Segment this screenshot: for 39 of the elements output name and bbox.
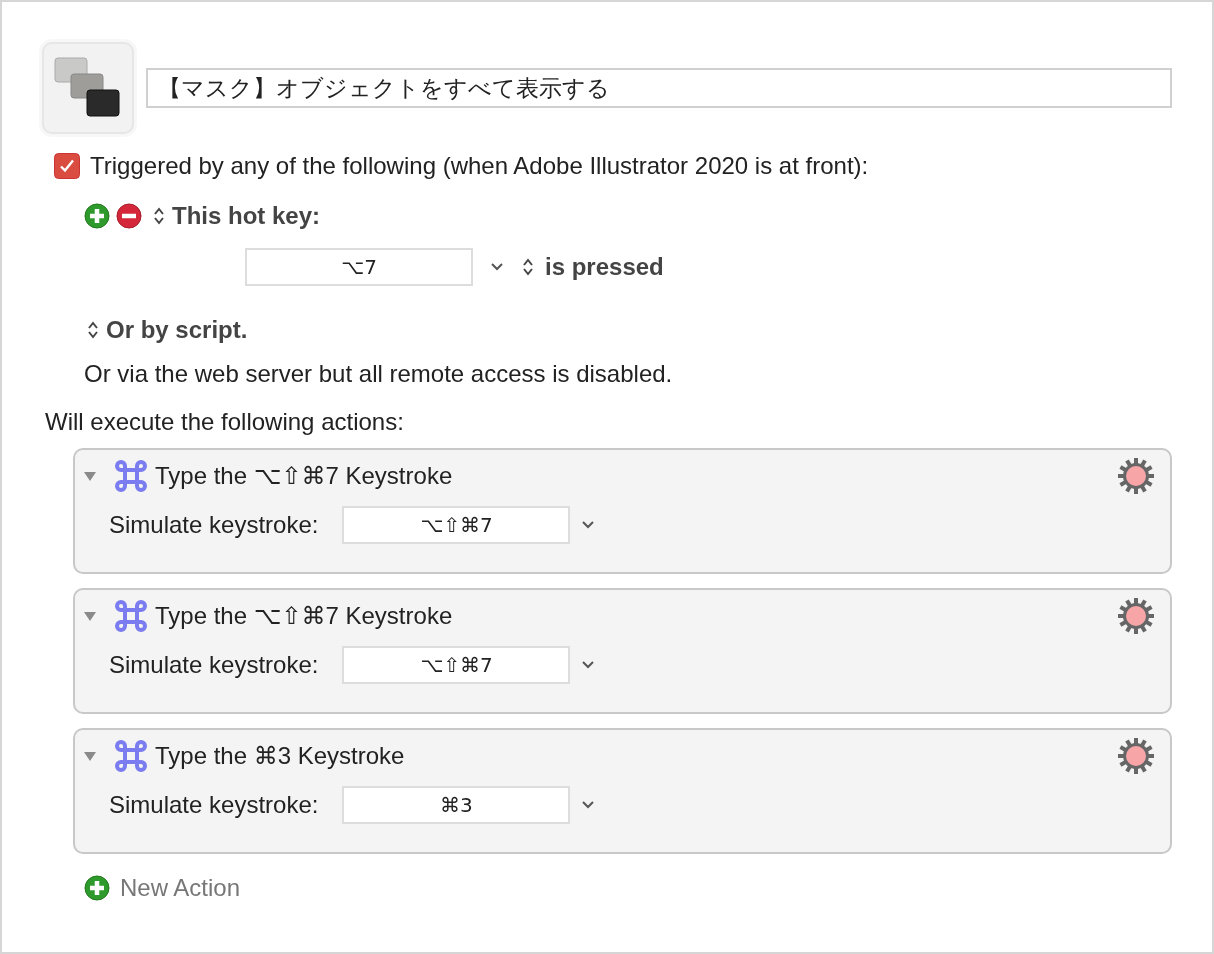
action-title: Type the ⌥⇧⌘7 Keystroke: [155, 602, 453, 630]
field-label: Simulate keystroke:: [109, 511, 319, 539]
updown-icon[interactable]: [521, 257, 535, 277]
gear-icon[interactable]: [1116, 456, 1156, 496]
chevron-down-icon[interactable]: [580, 799, 597, 811]
web-server-note: Or via the web server but all remote access is disabled.: [84, 360, 673, 388]
script-trigger-label[interactable]: Or by script.: [106, 316, 248, 344]
trigger-label: Triggered by any of the following (when Adobe Illustrator 2020 is at front):: [90, 152, 869, 180]
action-title: Type the ⌥⇧⌘7 Keystroke: [155, 462, 453, 490]
remove-icon[interactable]: [116, 203, 142, 229]
add-icon[interactable]: [84, 875, 110, 901]
trigger-type-label[interactable]: This hot key:: [172, 202, 321, 230]
command-key-icon: [113, 598, 149, 634]
add-icon[interactable]: [84, 203, 110, 229]
keystroke-field[interactable]: ⌥⇧⌘7: [342, 506, 571, 544]
gear-icon[interactable]: [1116, 596, 1156, 636]
disclosure-triangle-icon[interactable]: [83, 469, 97, 483]
new-action-button[interactable]: New Action: [120, 874, 241, 902]
action-title: Type the ⌘3 Keystroke: [155, 742, 405, 770]
macro-name-field[interactable]: 【マスク】オブジェクトをすべて表示する: [146, 68, 1172, 108]
disclosure-triangle-icon[interactable]: [83, 609, 97, 623]
trigger-checkbox[interactable]: [54, 153, 80, 179]
hotkey-field[interactable]: ⌥7: [245, 248, 473, 286]
chevron-down-icon[interactable]: [580, 519, 597, 531]
updown-icon[interactable]: [152, 206, 166, 226]
macro-icon[interactable]: [42, 42, 134, 134]
field-label: Simulate keystroke:: [109, 651, 319, 679]
field-label: Simulate keystroke:: [109, 791, 319, 819]
chevron-down-icon[interactable]: [580, 659, 597, 671]
keystroke-field[interactable]: ⌥⇧⌘7: [342, 646, 571, 684]
command-key-icon: [113, 458, 149, 494]
command-key-icon: [113, 738, 149, 774]
keystroke-field[interactable]: ⌘3: [342, 786, 571, 824]
gear-icon[interactable]: [1116, 736, 1156, 776]
updown-icon[interactable]: [86, 320, 100, 340]
disclosure-triangle-icon[interactable]: [83, 749, 97, 763]
actions-heading: Will execute the following actions:: [45, 408, 404, 436]
hotkey-condition[interactable]: is pressed: [545, 253, 664, 281]
chevron-down-icon[interactable]: [489, 261, 505, 273]
